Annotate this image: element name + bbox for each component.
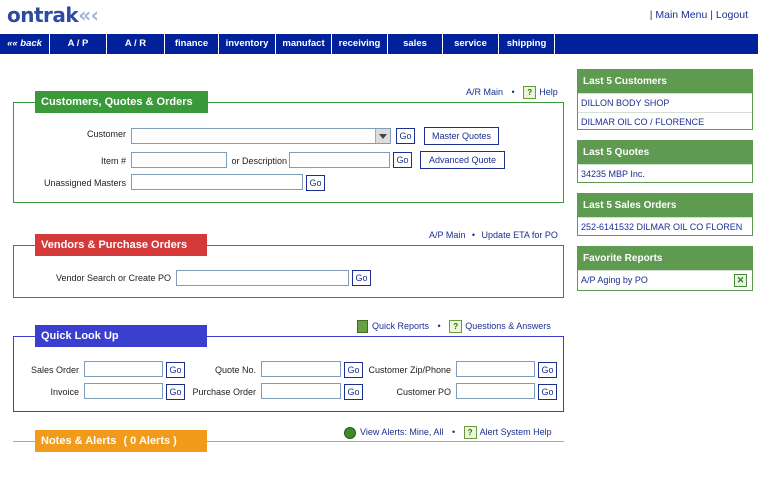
customer-po-label: Customer PO [396, 387, 451, 397]
advanced-quote-button[interactable]: Advanced Quote [420, 151, 505, 169]
vendor-search-input[interactable] [176, 270, 349, 286]
last-quotes-title: Last 5 Quotes [578, 141, 752, 164]
alerts-mine-link[interactable]: Mine, [409, 427, 431, 437]
description-input[interactable] [289, 152, 390, 168]
help-link[interactable]: Help [539, 87, 558, 97]
vendor-search-label: Vendor Search or Create PO [55, 273, 171, 283]
quote-no-label: Quote No. [214, 365, 256, 375]
item-go-button[interactable]: Go [393, 152, 412, 168]
item-label: Item # [100, 156, 126, 166]
nav-manufact[interactable]: manufact [276, 34, 332, 54]
master-quotes-button[interactable]: Master Quotes [424, 127, 499, 145]
main-menu-link[interactable]: | Main Menu [650, 9, 708, 21]
last-sales-orders-box: Last 5 Sales Orders 252-6141532 DILMAR O… [577, 193, 753, 236]
quote-no-input[interactable] [261, 361, 341, 377]
lookup-toplinks: Quick Reports • ? Questions & Answers [357, 320, 551, 333]
favorite-reports-title: Favorite Reports [578, 247, 752, 270]
alert-help-link[interactable]: Alert System Help [480, 427, 552, 437]
nav-finance[interactable]: finance [165, 34, 219, 54]
customer-zip-input[interactable] [456, 361, 535, 377]
or-description-label: or Description [231, 156, 287, 166]
main-navbar: «« back A / P A / R finance inventory ma… [0, 34, 758, 54]
customer-go-button[interactable]: Go [396, 128, 415, 144]
customer-po-input[interactable] [456, 383, 535, 399]
alerts-count: ( 0 Alerts ) [123, 435, 177, 447]
alerts-all-link[interactable]: All [433, 427, 443, 437]
nav-service[interactable]: service [443, 34, 499, 54]
nav-ar[interactable]: A / R [107, 34, 165, 54]
invoice-go-button[interactable]: Go [166, 384, 185, 400]
help-icon: ? [449, 320, 463, 333]
nav-shipping[interactable]: shipping [499, 34, 555, 54]
last-customer-item[interactable]: DILMAR OIL CO / FLORENCE [578, 112, 752, 131]
nav-inventory[interactable]: inventory [219, 34, 276, 54]
help-icon: ? [523, 86, 537, 99]
help-icon: ? [463, 426, 477, 439]
chevron-down-icon[interactable] [375, 129, 390, 143]
last-customers-title: Last 5 Customers [578, 70, 752, 93]
item-input[interactable] [131, 152, 227, 168]
customers-toplinks: A/R Main • ? Help [466, 86, 558, 99]
nav-receiving[interactable]: receiving [332, 34, 388, 54]
customer-label: Customer [86, 129, 126, 139]
favorite-report-link[interactable]: A/P Aging by PO [581, 275, 648, 285]
ar-main-link[interactable]: A/R Main [466, 87, 503, 97]
last-sales-order-item[interactable]: 252-6141532 DILMAR OIL CO FLOREN [578, 217, 752, 236]
customer-select[interactable] [131, 128, 391, 144]
update-eta-link[interactable]: Update ETA for PO [482, 230, 558, 240]
lookup-title: Quick Look Up [35, 325, 207, 347]
ontrak-logo: ontrak«‹ [7, 3, 99, 27]
remove-icon[interactable]: ✕ [734, 274, 747, 287]
report-icon [357, 320, 368, 333]
logout-link[interactable]: | Logout [710, 9, 748, 21]
purchase-order-go-button[interactable]: Go [344, 384, 363, 400]
last-quotes-box: Last 5 Quotes 34235 MBP Inc. [577, 140, 753, 183]
unassigned-masters-label: Unassigned Masters [43, 178, 126, 188]
vendors-title: Vendors & Purchase Orders [35, 234, 207, 256]
favorite-report-item: A/P Aging by PO ✕ [578, 270, 752, 289]
top-menu: | Main Menu | Logout [650, 9, 748, 21]
last-sales-orders-title: Last 5 Sales Orders [578, 194, 752, 217]
vendor-go-button[interactable]: Go [352, 270, 371, 286]
quick-reports-link[interactable]: Quick Reports [372, 321, 429, 331]
clock-icon [344, 426, 356, 439]
last-quote-item[interactable]: 34235 MBP Inc. [578, 164, 752, 183]
nav-ap[interactable]: A / P [50, 34, 107, 54]
unassigned-go-button[interactable]: Go [306, 175, 325, 191]
last-customers-box: Last 5 Customers DILLON BODY SHOP DILMAR… [577, 69, 753, 130]
invoice-input[interactable] [84, 383, 163, 399]
qa-link[interactable]: Questions & Answers [465, 321, 551, 331]
vendors-toplinks: A/P Main • Update ETA for PO [429, 230, 558, 240]
quote-no-go-button[interactable]: Go [344, 362, 363, 378]
sales-order-go-button[interactable]: Go [166, 362, 185, 378]
ap-main-link[interactable]: A/P Main [429, 230, 465, 240]
purchase-order-input[interactable] [261, 383, 341, 399]
customer-po-go-button[interactable]: Go [538, 384, 557, 400]
notes-toplinks: View Alerts: Mine, All • ? Alert System H… [344, 426, 552, 439]
nav-back[interactable]: «« back [0, 34, 50, 54]
view-alerts-label: View Alerts: [360, 426, 407, 437]
invoice-label: Invoice [50, 387, 79, 397]
customer-zip-go-button[interactable]: Go [538, 362, 557, 378]
favorite-reports-box: Favorite Reports A/P Aging by PO ✕ [577, 246, 753, 291]
purchase-order-label: Purchase Order [192, 387, 256, 397]
customers-title: Customers, Quotes & Orders [35, 91, 208, 113]
unassigned-masters-input[interactable] [131, 174, 303, 190]
sales-order-input[interactable] [84, 361, 163, 377]
notes-title: Notes & Alerts ( 0 Alerts ) [35, 430, 207, 452]
notes-title-text: Notes & Alerts [41, 435, 117, 447]
customer-zip-label: Customer Zip/Phone [368, 365, 451, 375]
last-customer-item[interactable]: DILLON BODY SHOP [578, 93, 752, 112]
nav-sales[interactable]: sales [388, 34, 443, 54]
sales-order-label: Sales Order [30, 365, 79, 375]
